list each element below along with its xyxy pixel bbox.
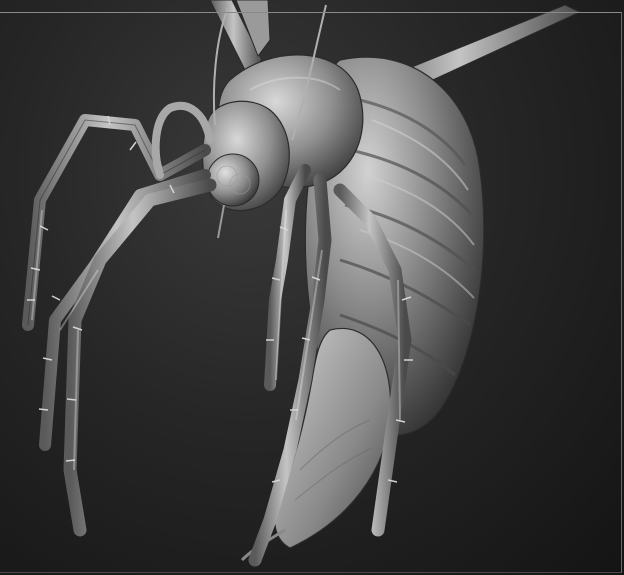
compound-eye-icon <box>206 153 260 207</box>
sculpt-viewport[interactable] <box>0 0 624 575</box>
insect-sculpt-model[interactable] <box>0 0 624 575</box>
